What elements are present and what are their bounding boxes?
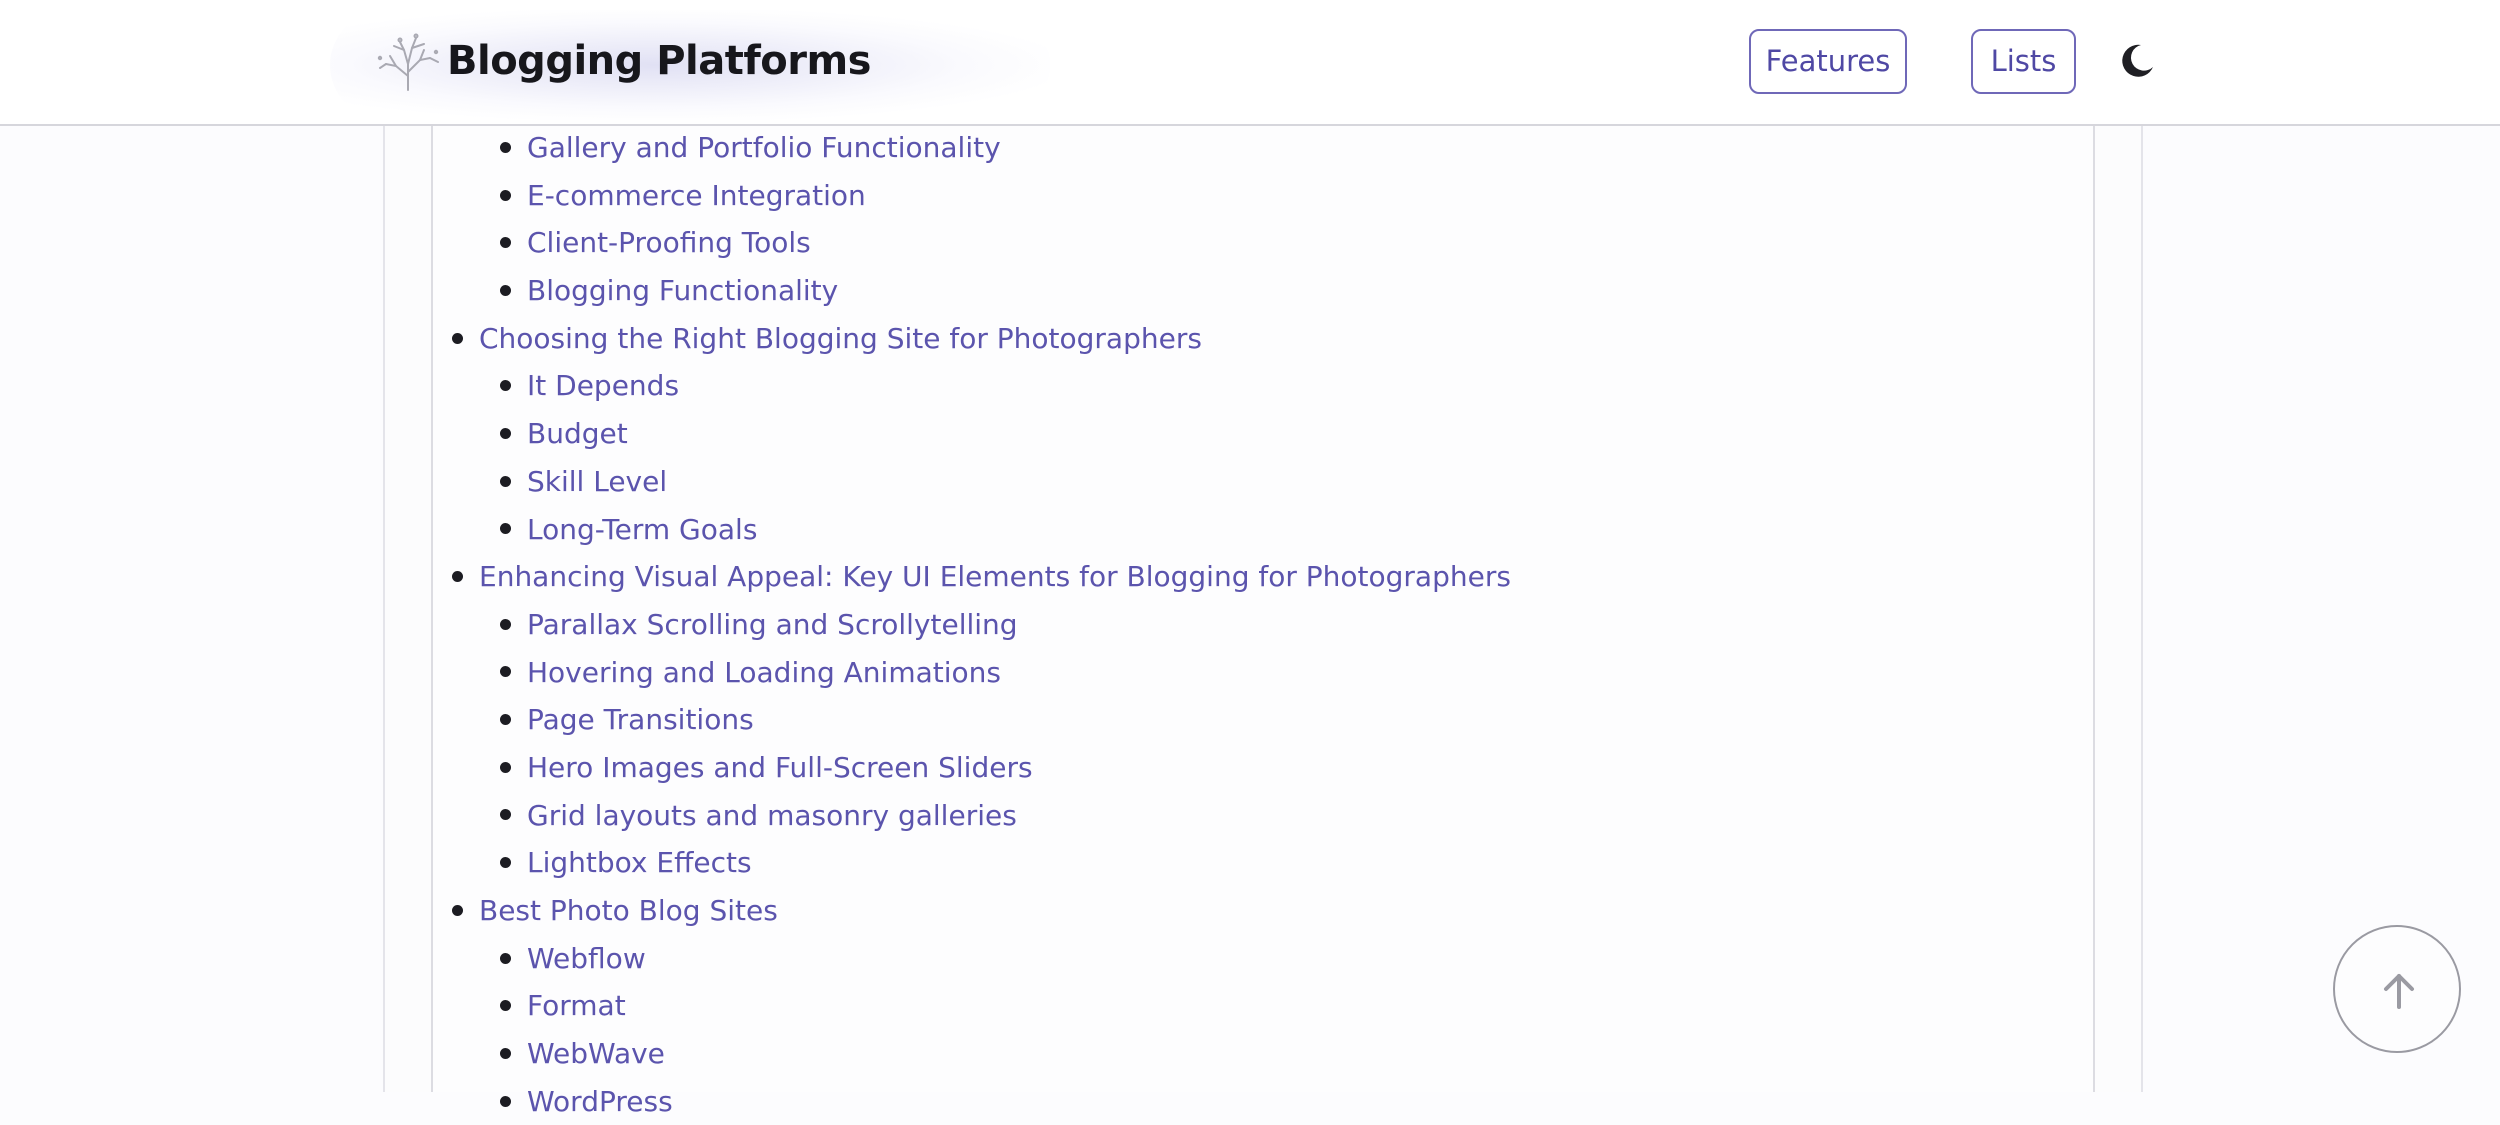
list-bullet [500, 618, 511, 630]
list-bullet [500, 761, 511, 773]
toc-link[interactable]: Parallax Scrolling and Scrollytelling [527, 608, 1018, 641]
list-bullet [500, 1095, 511, 1107]
lists-button[interactable]: Lists [1971, 29, 2076, 94]
list-bullet [500, 666, 511, 678]
toc-link[interactable]: WordPress [527, 1085, 673, 1118]
toc-link[interactable]: Format [527, 989, 626, 1022]
toc-subsection-item: Skill Level [431, 458, 2031, 506]
list-bullet [500, 1047, 511, 1059]
list-bullet [500, 475, 511, 487]
toc-subsection-item: Budget [431, 410, 2031, 458]
toc-section-item: Enhancing Visual Appeal: Key UI Elements… [431, 553, 2031, 601]
brand-title[interactable]: Blogging Platforms [447, 30, 871, 92]
tree-icon[interactable] [374, 30, 444, 92]
site-header: Blogging Platforms Features Lists [0, 0, 2500, 126]
toc-section-item: Best Photo Blog Sites [431, 887, 2031, 935]
toc-subsection-item: Format [431, 982, 2031, 1030]
toc-subsection-item: Grid layouts and masonry galleries [431, 792, 2031, 840]
toc-subsection-item: Hovering and Loading Animations [431, 649, 2031, 697]
toc-subsection-item: Parallax Scrolling and Scrollytelling [431, 601, 2031, 649]
list-bullet [500, 952, 511, 964]
list-bullet [452, 571, 463, 583]
toc-link[interactable]: Long-Term Goals [527, 513, 757, 546]
toc-subsection-item: E-commerce Integration [431, 172, 2031, 220]
toc-link[interactable]: It Depends [527, 369, 679, 402]
toc-link[interactable]: Choosing the Right Blogging Site for Pho… [479, 322, 1202, 355]
list-bullet [500, 237, 511, 249]
toc-subsection-item: WordPress [431, 1078, 2031, 1125]
toc-subsection-item: Client-Proofing Tools [431, 219, 2031, 267]
toc-link[interactable]: Blogging Functionality [527, 274, 838, 307]
toc-link[interactable]: Best Photo Blog Sites [479, 894, 778, 927]
toc-subsection-item: Long-Term Goals [431, 506, 2031, 554]
toc-link[interactable]: Skill Level [527, 465, 667, 498]
toc-section-item: Choosing the Right Blogging Site for Pho… [431, 315, 2031, 363]
toc-subsection-item: Webflow [431, 935, 2031, 983]
toc-subsection-item: Blogging Functionality [431, 267, 2031, 315]
list-bullet [500, 714, 511, 726]
list-bullet [500, 380, 511, 392]
list-bullet [500, 857, 511, 869]
list-bullet [500, 141, 511, 153]
toc-link[interactable]: Hovering and Loading Animations [527, 656, 1001, 689]
toc-subsection-item: Lightbox Effects [431, 839, 2031, 887]
toc-link[interactable]: Grid layouts and masonry galleries [527, 799, 1017, 832]
table-of-contents: Gallery and Portfolio Functionality E-com… [431, 124, 2031, 1125]
toc-link[interactable]: Gallery and Portfolio Functionality [527, 131, 1001, 164]
toc-subsection-item: Gallery and Portfolio Functionality [431, 124, 2031, 172]
toc-link[interactable]: WebWave [527, 1037, 665, 1070]
list-bullet [452, 904, 463, 916]
list-bullet [452, 332, 463, 344]
moon-icon[interactable] [2117, 41, 2157, 81]
toc-link[interactable]: Webflow [527, 942, 646, 975]
toc-link[interactable]: Enhancing Visual Appeal: Key UI Elements… [479, 560, 1511, 593]
list-bullet [500, 284, 511, 296]
toc-link[interactable]: Budget [527, 417, 628, 450]
toc-link[interactable]: E-commerce Integration [527, 179, 866, 212]
toc-subsection-item: It Depends [431, 362, 2031, 410]
toc-link[interactable]: Page Transitions [527, 703, 754, 736]
toc-subsection-item: Page Transitions [431, 696, 2031, 744]
toc-subsection-item: WebWave [431, 1030, 2031, 1078]
list-bullet [500, 523, 511, 535]
toc-link[interactable]: Lightbox Effects [527, 846, 752, 879]
list-bullet [500, 1000, 511, 1012]
arrow-up-icon [2384, 974, 2414, 1009]
features-button[interactable]: Features [1749, 29, 1907, 94]
scroll-to-top-button[interactable] [2333, 925, 2461, 1053]
list-bullet [500, 189, 511, 201]
list-bullet [500, 427, 511, 439]
toc-link[interactable]: Client-Proofing Tools [527, 226, 811, 259]
list-bullet [500, 809, 511, 821]
toc-link[interactable]: Hero Images and Full-Screen Sliders [527, 751, 1033, 784]
toc-subsection-item: Hero Images and Full-Screen Sliders [431, 744, 2031, 792]
